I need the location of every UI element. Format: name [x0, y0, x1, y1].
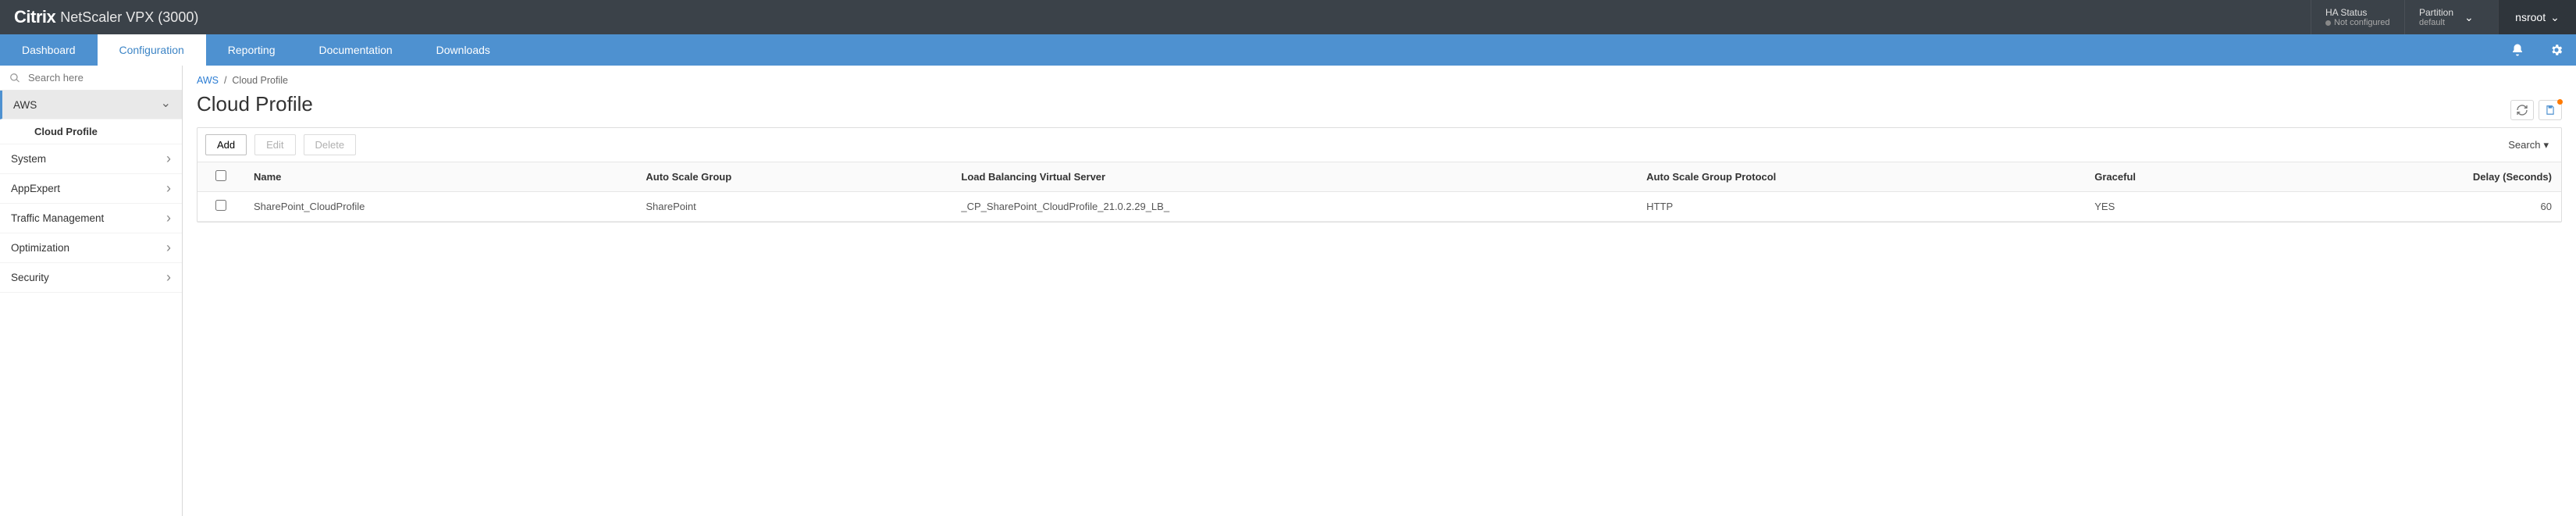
col-checkbox — [197, 162, 244, 192]
product-name: NetScaler VPX (3000) — [60, 9, 198, 26]
sidebar-item-label: Optimization — [11, 242, 69, 254]
cell-graceful: YES — [2085, 192, 2266, 222]
tab-configuration[interactable]: Configuration — [98, 34, 206, 66]
col-name[interactable]: Name — [244, 162, 636, 192]
edit-button[interactable]: Edit — [254, 134, 295, 155]
sidebar-subitem-cloud-profile[interactable]: Cloud Profile — [0, 119, 182, 144]
notifications-icon[interactable] — [2498, 34, 2537, 66]
cell-lbvs: _CP_SharePoint_CloudProfile_21.0.2.29_LB… — [952, 192, 1637, 222]
sidebar-item-traffic-management[interactable]: Traffic Management — [0, 204, 182, 233]
sidebar-item-label: Security — [11, 272, 49, 283]
tab-reporting[interactable]: Reporting — [206, 34, 297, 66]
chevron-down-icon: ⌄ — [2464, 11, 2474, 24]
chevron-right-icon — [166, 180, 171, 197]
breadcrumb: AWS / Cloud Profile — [197, 75, 2562, 86]
ha-status-value: Not configured — [2334, 18, 2390, 27]
cell-proto: HTTP — [1637, 192, 2085, 222]
data-table: Name Auto Scale Group Load Balancing Vir… — [197, 162, 2561, 222]
partition-label: Partition — [2419, 7, 2453, 18]
search-icon — [9, 73, 20, 84]
brand-logo: Citrix — [14, 7, 55, 27]
cell-name: SharePoint_CloudProfile — [244, 192, 636, 222]
user-menu[interactable]: nsroot ⌄ — [2498, 0, 2576, 34]
page-title: Cloud Profile — [197, 92, 313, 116]
partition-block[interactable]: Partition default ⌄ — [2404, 0, 2498, 34]
status-dot-icon — [2325, 20, 2331, 26]
tab-dashboard[interactable]: Dashboard — [0, 34, 98, 66]
col-lb-virtual-server[interactable]: Load Balancing Virtual Server — [952, 162, 1637, 192]
select-all-checkbox[interactable] — [215, 170, 226, 181]
table-row[interactable]: SharePoint_CloudProfile SharePoint _CP_S… — [197, 192, 2561, 222]
tab-downloads[interactable]: Downloads — [415, 34, 512, 66]
caret-down-icon: ▾ — [2543, 139, 2549, 151]
cell-asg: SharePoint — [636, 192, 952, 222]
col-graceful[interactable]: Graceful — [2085, 162, 2266, 192]
col-auto-scale-group[interactable]: Auto Scale Group — [636, 162, 952, 192]
row-checkbox[interactable] — [215, 200, 226, 211]
tab-documentation[interactable]: Documentation — [297, 34, 414, 66]
content-area: AWS / Cloud Profile Cloud Profile Add Ed… — [183, 66, 2576, 516]
sidebar-item-optimization[interactable]: Optimization — [0, 233, 182, 263]
cell-delay: 60 — [2266, 192, 2561, 222]
chevron-right-icon — [166, 269, 171, 286]
chevron-right-icon — [166, 240, 171, 256]
sidebar-item-security[interactable]: Security — [0, 263, 182, 293]
data-panel: Add Edit Delete Search ▾ Name Auto Sc — [197, 127, 2562, 222]
user-name: nsroot — [2515, 11, 2546, 23]
chevron-right-icon — [166, 151, 171, 167]
main-nav: Dashboard Configuration Reporting Docume… — [0, 34, 2576, 66]
sidebar-item-label: System — [11, 153, 46, 165]
search-toggle[interactable]: Search ▾ — [2508, 139, 2549, 151]
chevron-down-icon: ⌄ — [2550, 11, 2560, 24]
save-button[interactable] — [2539, 100, 2562, 120]
search-input[interactable] — [28, 72, 173, 84]
sidebar-item-label: Traffic Management — [11, 212, 104, 224]
sidebar-item-system[interactable]: System — [0, 144, 182, 174]
col-delay[interactable]: Delay (Seconds) — [2266, 162, 2561, 192]
sidebar: AWS Cloud Profile System AppExpert Traff… — [0, 66, 183, 516]
settings-icon[interactable] — [2537, 34, 2576, 66]
partition-value: default — [2419, 18, 2453, 27]
chevron-down-icon — [161, 97, 171, 112]
breadcrumb-root[interactable]: AWS — [197, 75, 219, 86]
col-auto-scale-protocol[interactable]: Auto Scale Group Protocol — [1637, 162, 2085, 192]
breadcrumb-leaf: Cloud Profile — [232, 75, 288, 86]
sidebar-search[interactable] — [0, 66, 182, 91]
chevron-right-icon — [166, 210, 171, 226]
sidebar-item-aws[interactable]: AWS — [0, 91, 182, 119]
sidebar-item-label: AppExpert — [11, 183, 60, 194]
ha-status-block: HA Status Not configured — [2311, 0, 2404, 34]
ha-status-label: HA Status — [2325, 7, 2390, 18]
panel-toolbar: Add Edit Delete Search ▾ — [197, 128, 2561, 162]
add-button[interactable]: Add — [205, 134, 247, 155]
unsaved-indicator-icon — [2557, 99, 2563, 105]
delete-button[interactable]: Delete — [304, 134, 357, 155]
sidebar-item-label: AWS — [13, 99, 37, 111]
sidebar-item-appexpert[interactable]: AppExpert — [0, 174, 182, 204]
top-header: Citrix NetScaler VPX (3000) HA Status No… — [0, 0, 2576, 34]
refresh-button[interactable] — [2510, 100, 2534, 120]
